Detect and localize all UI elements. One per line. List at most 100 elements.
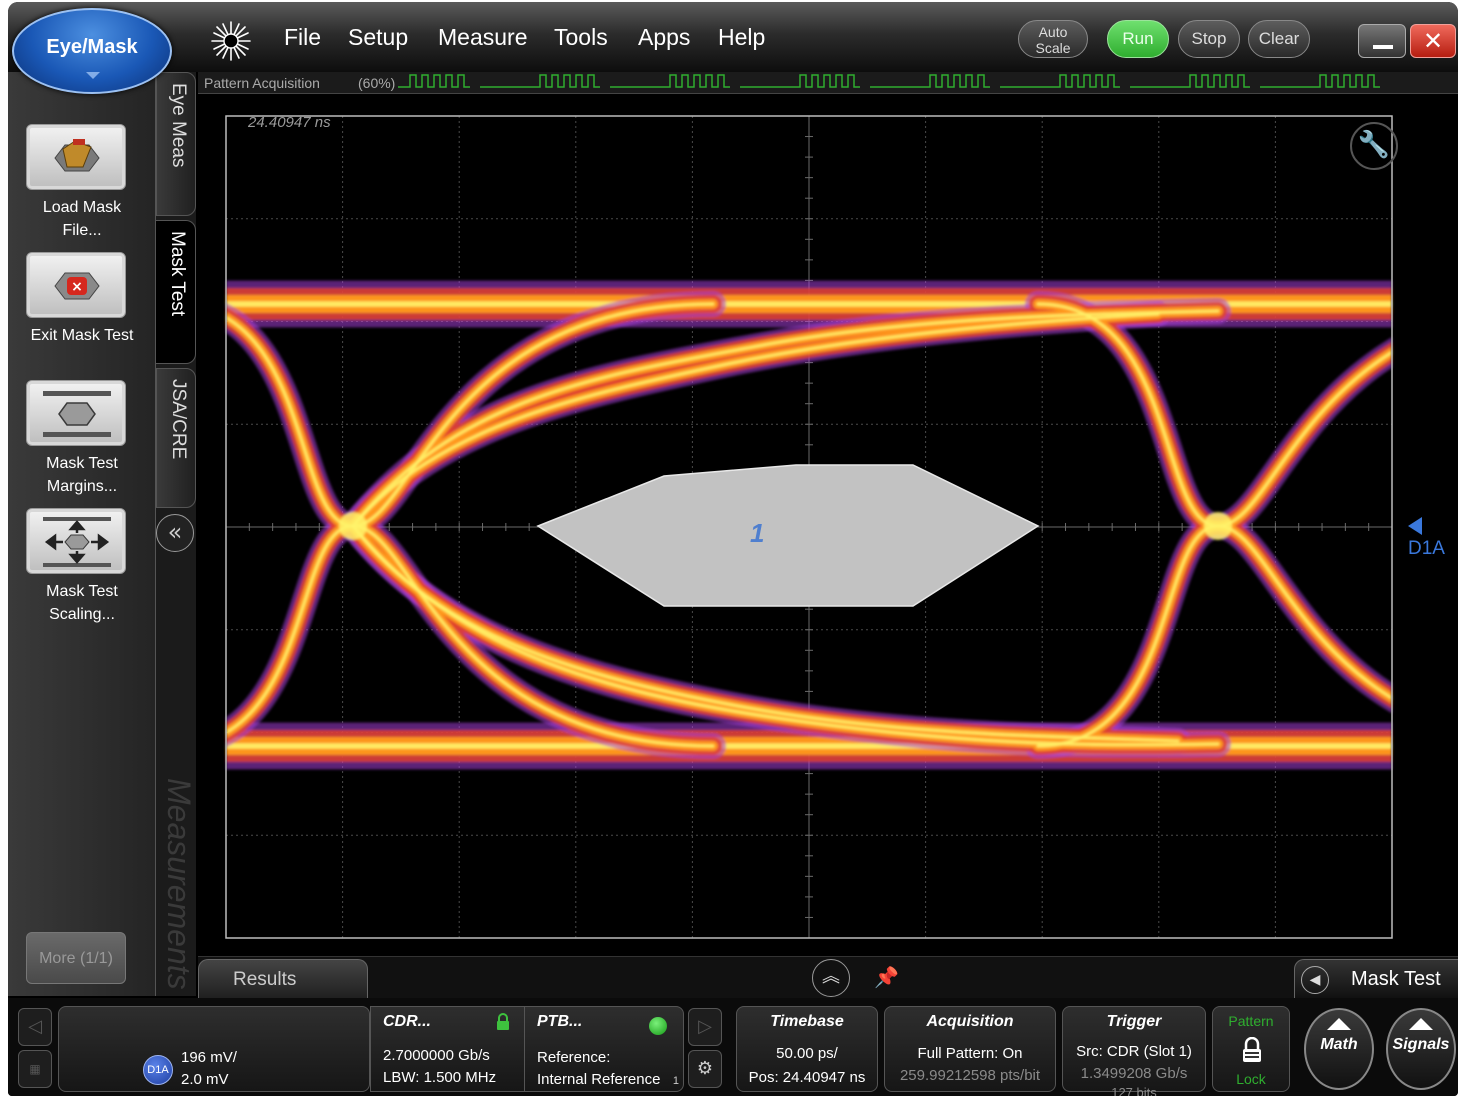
auto-scale-label-line1: Auto <box>1038 24 1068 40</box>
collapse-panel-button[interactable]: « <box>156 514 194 552</box>
run-button[interactable]: Run <box>1107 20 1169 58</box>
mask-margins-label-1: Mask Test <box>46 455 118 472</box>
menu-bar: File Setup Measure Tools Apps Help Auto … <box>8 2 1458 72</box>
exit-mask-icon: × <box>26 252 126 318</box>
expand-results-button[interactable]: ︽ <box>812 959 850 997</box>
mask-scaling-label-1: Mask Test <box>46 583 118 600</box>
minimize-icon <box>1373 45 1393 49</box>
more-button[interactable]: More (1/1) <box>26 932 126 984</box>
back-icon[interactable]: ◀ <box>1301 966 1329 994</box>
svg-text:×: × <box>71 279 83 295</box>
scroll-right-icon[interactable]: ▷ <box>688 1008 722 1046</box>
ptb-index: 1 <box>672 1075 679 1087</box>
timebase-title: Timebase <box>770 1013 844 1030</box>
app-mode-button[interactable]: Eye/Mask <box>12 8 172 94</box>
menu-measure[interactable]: Measure <box>438 24 527 51</box>
acquisition-rate: 259.99212598 pts/bit <box>899 1067 1041 1084</box>
cdr-status-box[interactable]: CDR... 2.7000000 Gb/s LBW: 1.500 MHz <box>370 1006 524 1092</box>
channel-marker-label: D1A <box>1408 538 1445 559</box>
application-window: File Setup Measure Tools Apps Help Auto … <box>8 2 1458 1096</box>
ptb-status-box[interactable]: PTB... Reference: Internal Reference 1 <box>524 1006 684 1092</box>
load-mask-file-button[interactable]: Load Mask File... <box>8 124 156 244</box>
ptb-reference-value: Internal Reference <box>537 1071 661 1088</box>
menu-help[interactable]: Help <box>718 24 765 51</box>
math-label: Math <box>1320 1036 1358 1053</box>
signals-label: Signals <box>1392 1036 1450 1053</box>
acquisition-label: Pattern Acquisition <box>204 75 320 91</box>
settings-gear-icon[interactable]: ⚙ <box>688 1050 722 1088</box>
mask-region-1 <box>536 464 1040 607</box>
scroll-left-icon[interactable]: ◁ <box>18 1008 52 1046</box>
mask-test-scaling-button[interactable]: Mask Test Scaling... <box>8 508 156 628</box>
ptb-status-led <box>649 1017 667 1035</box>
up-arrow-icon <box>1409 1018 1433 1030</box>
double-chevron-left-icon: « <box>167 518 183 546</box>
mask-scaling-label-2: Scaling... <box>49 606 115 623</box>
math-button[interactable]: Math <box>1304 1008 1374 1090</box>
pattern-lock-button[interactable]: Pattern Lock <box>1212 1006 1290 1092</box>
exit-mask-test-button[interactable]: × Exit Mask Test <box>8 252 156 352</box>
crossing-point <box>1204 512 1232 540</box>
chevron-down-icon <box>86 72 100 80</box>
menu-setup[interactable]: Setup <box>348 24 408 51</box>
tool-panel: Load Mask File... × Exit Mask Test Mask … <box>8 72 156 996</box>
load-mask-icon <box>26 124 126 190</box>
menu-file[interactable]: File <box>284 24 321 51</box>
menu-apps[interactable]: Apps <box>638 24 690 51</box>
tab-mask-test[interactable]: Mask Test <box>156 220 196 364</box>
pattern-acquisition-strip: Pattern Acquisition (60%) <box>198 72 1458 94</box>
mask-test-margins-button[interactable]: Mask Test Margins... <box>8 380 156 500</box>
acquisition-pattern-trace <box>398 74 1380 88</box>
tab-eye-meas[interactable]: Eye Meas <box>156 72 196 216</box>
cdr-lbw: LBW: 1.500 MHz <box>383 1069 497 1086</box>
pattern-square-wave <box>398 74 1380 88</box>
keysight-logo-icon <box>208 18 254 64</box>
results-tab[interactable]: Results <box>198 959 368 999</box>
channel-scale: 196 mV/ <box>181 1049 237 1066</box>
clear-button[interactable]: Clear <box>1248 20 1310 58</box>
channel-status-box[interactable]: D1A 196 mV/ 2.0 mV <box>58 1006 370 1092</box>
marker-arrow-icon <box>1408 517 1422 535</box>
auto-scale-button[interactable]: Auto Scale <box>1018 20 1088 58</box>
pattern-lock-label: Lock <box>1236 1071 1266 1087</box>
cdr-rate: 2.7000000 Gb/s <box>383 1047 490 1064</box>
app-mode-label: Eye/Mask <box>46 36 138 58</box>
channel-offset: 2.0 mV <box>181 1071 229 1088</box>
trigger-box[interactable]: Trigger Src: CDR (Slot 1) 1.3499208 Gb/s… <box>1062 1006 1206 1096</box>
acquisition-box[interactable]: Acquisition Full Pattern: On 259.9921259… <box>884 1006 1056 1092</box>
pattern-lock-title: Pattern <box>1228 1013 1274 1029</box>
channel-reference-marker[interactable]: D1A <box>1408 516 1458 560</box>
trigger-source: Src: CDR (Slot 1) <box>1076 1043 1192 1060</box>
timestamp-readout: 24.40947 ns <box>248 114 331 131</box>
tab-mask-test-label: Mask Test <box>167 231 188 317</box>
acquisition-title: Acquisition <box>926 1013 1014 1030</box>
tab-jsa-cre[interactable]: JSA/CRE <box>156 368 196 508</box>
keypad-icon[interactable]: ▦ <box>18 1050 52 1088</box>
menu-tools[interactable]: Tools <box>554 24 608 51</box>
trigger-rate: 1.3499208 Gb/s <box>1080 1065 1188 1082</box>
lock-icon <box>496 1013 510 1030</box>
pin-icon[interactable]: 📌 <box>874 965 899 989</box>
auto-scale-label-line2: Scale <box>1035 40 1071 56</box>
mask-test-results-panel[interactable]: ◀ Mask Test <box>1294 959 1458 999</box>
mask-scaling-icon <box>26 508 126 574</box>
exit-mask-label: Exit Mask Test <box>30 327 134 344</box>
crossing-point <box>339 512 367 540</box>
measurements-collapsed-label: Measurements <box>161 778 197 990</box>
minimize-button[interactable] <box>1358 24 1406 58</box>
timebase-box[interactable]: Timebase 50.00 ps/ Pos: 24.40947 ns <box>736 1006 878 1092</box>
up-arrow-icon <box>1327 1018 1351 1030</box>
results-row: Results ︽ 📌 ◀ Mask Test <box>198 956 1458 999</box>
wrench-icon[interactable]: 🔧 <box>1350 122 1398 170</box>
acquisition-percent: (60%) <box>358 75 396 91</box>
signals-button[interactable]: Signals <box>1386 1008 1456 1090</box>
waveform-display: 24.40947 ns 1 🔧 D1A <box>198 96 1458 956</box>
mask-test-panel-label: Mask Test <box>1351 968 1441 990</box>
load-mask-label-2: File... <box>62 222 102 239</box>
close-button[interactable]: ✕ <box>1410 24 1456 58</box>
close-icon: ✕ <box>1422 27 1444 55</box>
stop-button[interactable]: Stop <box>1178 20 1240 58</box>
mask-margins-label-2: Margins... <box>46 478 118 495</box>
acquisition-pattern: Full Pattern: On <box>917 1045 1023 1062</box>
mask-margins-icon <box>26 380 126 446</box>
